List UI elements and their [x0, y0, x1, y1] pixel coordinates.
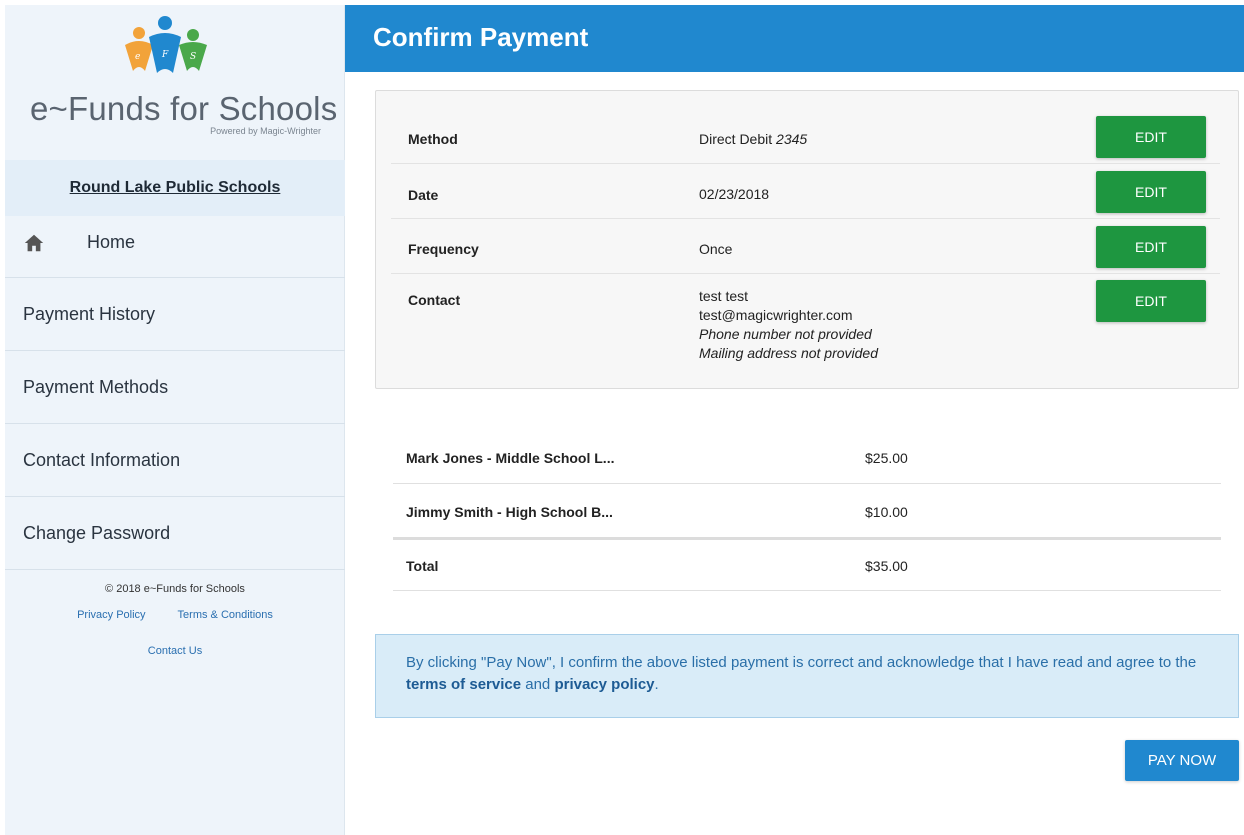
- notice-end: .: [654, 676, 659, 693]
- sidebar-item-payment-methods[interactable]: Payment Methods: [5, 351, 345, 424]
- table-row: Jimmy Smith - High School B... $10.00: [393, 484, 1221, 538]
- date-label: Date: [408, 187, 439, 203]
- detail-row-date: Date 02/23/2018 EDIT: [391, 164, 1220, 219]
- contact-phone: Phone number not provided: [699, 326, 872, 342]
- sidebar-footer: © 2018 e~Funds for Schools Privacy Polic…: [5, 580, 345, 657]
- table-row: Mark Jones - Middle School L... $25.00: [393, 430, 1221, 484]
- sidebar-item-home[interactable]: Home: [5, 208, 345, 278]
- total-label: Total: [406, 558, 439, 574]
- privacy-policy-notice-link[interactable]: privacy policy: [554, 676, 654, 693]
- edit-contact-button[interactable]: EDIT: [1096, 280, 1206, 322]
- method-name: Direct Debit: [699, 131, 777, 147]
- pay-now-button[interactable]: PAY NOW: [1125, 740, 1239, 781]
- payment-details-card: Method Direct Debit 2345 EDIT Date 02/23…: [375, 90, 1239, 389]
- logo-subtext: Powered by Magic-Wrighter: [210, 126, 321, 136]
- item-amount: $10.00: [865, 504, 908, 520]
- item-amount: $25.00: [865, 450, 908, 466]
- footer-links: Privacy Policy Terms & Conditions: [5, 609, 345, 621]
- sidebar-item-label: Payment Methods: [23, 376, 169, 397]
- consent-notice: By clicking "Pay Now", I confirm the abo…: [375, 634, 1239, 718]
- terms-of-service-link[interactable]: terms of service: [406, 676, 521, 693]
- edit-date-button[interactable]: EDIT: [1096, 171, 1206, 213]
- detail-row-frequency: Frequency Once EDIT: [391, 219, 1220, 274]
- contact-email: test@magicwrighter.com: [699, 307, 853, 323]
- svg-text:F: F: [161, 50, 169, 60]
- method-last4: 2345: [776, 131, 808, 147]
- edit-method-button[interactable]: EDIT: [1096, 116, 1206, 158]
- page-title: Confirm Payment: [373, 22, 589, 52]
- method-label: Method: [408, 131, 458, 147]
- privacy-policy-link[interactable]: Privacy Policy: [77, 609, 145, 621]
- sidebar-item-label: Payment History: [23, 303, 156, 324]
- terms-conditions-link[interactable]: Terms & Conditions: [178, 609, 273, 621]
- notice-text: By clicking "Pay Now", I confirm the abo…: [406, 654, 1197, 671]
- frequency-label: Frequency: [408, 241, 479, 257]
- edit-frequency-button[interactable]: EDIT: [1096, 226, 1206, 268]
- sidebar-item-change-password[interactable]: Change Password: [5, 497, 345, 570]
- sidebar-item-label: Home: [87, 232, 136, 252]
- detail-row-contact: Contact test test test@magicwrighter.com…: [391, 274, 1220, 374]
- contact-value: test test test@magicwrighter.com Phone n…: [699, 287, 878, 363]
- item-name: Jimmy Smith - High School B...: [406, 504, 613, 520]
- contact-name: test test: [699, 288, 749, 304]
- sidebar-item-contact-information[interactable]: Contact Information: [5, 424, 345, 497]
- efs-logo-icon: e F S: [125, 16, 207, 73]
- contact-address: Mailing address not provided: [699, 345, 878, 361]
- contact-label: Contact: [408, 292, 461, 308]
- total-row: Total $35.00: [393, 537, 1221, 591]
- logo[interactable]: e F S e~Funds for Schools Powered by Mag…: [5, 5, 345, 157]
- svg-text:S: S: [190, 52, 196, 62]
- sidebar-item-label: Contact Information: [23, 449, 181, 470]
- sidebar: e F S e~Funds for Schools Powered by Mag…: [5, 5, 345, 835]
- copyright-text: © 2018 e~Funds for Schools: [105, 583, 245, 595]
- date-value: 02/23/2018: [699, 186, 770, 202]
- page-header: Confirm Payment: [345, 5, 1244, 72]
- frequency-value: Once: [699, 241, 733, 257]
- total-amount: $35.00: [865, 558, 908, 574]
- home-icon: [24, 234, 44, 251]
- logo-text: e~Funds for Schools: [30, 90, 338, 127]
- svg-text:e: e: [135, 52, 140, 62]
- detail-row-method: Method Direct Debit 2345 EDIT: [391, 109, 1220, 164]
- notice-and: and: [521, 676, 555, 693]
- contact-us-link[interactable]: Contact Us: [148, 645, 202, 657]
- sidebar-item-payment-history[interactable]: Payment History: [5, 278, 345, 351]
- item-name: Mark Jones - Middle School L...: [406, 450, 615, 466]
- sidebar-item-label: Change Password: [23, 522, 171, 543]
- method-value: Direct Debit 2345: [699, 130, 807, 149]
